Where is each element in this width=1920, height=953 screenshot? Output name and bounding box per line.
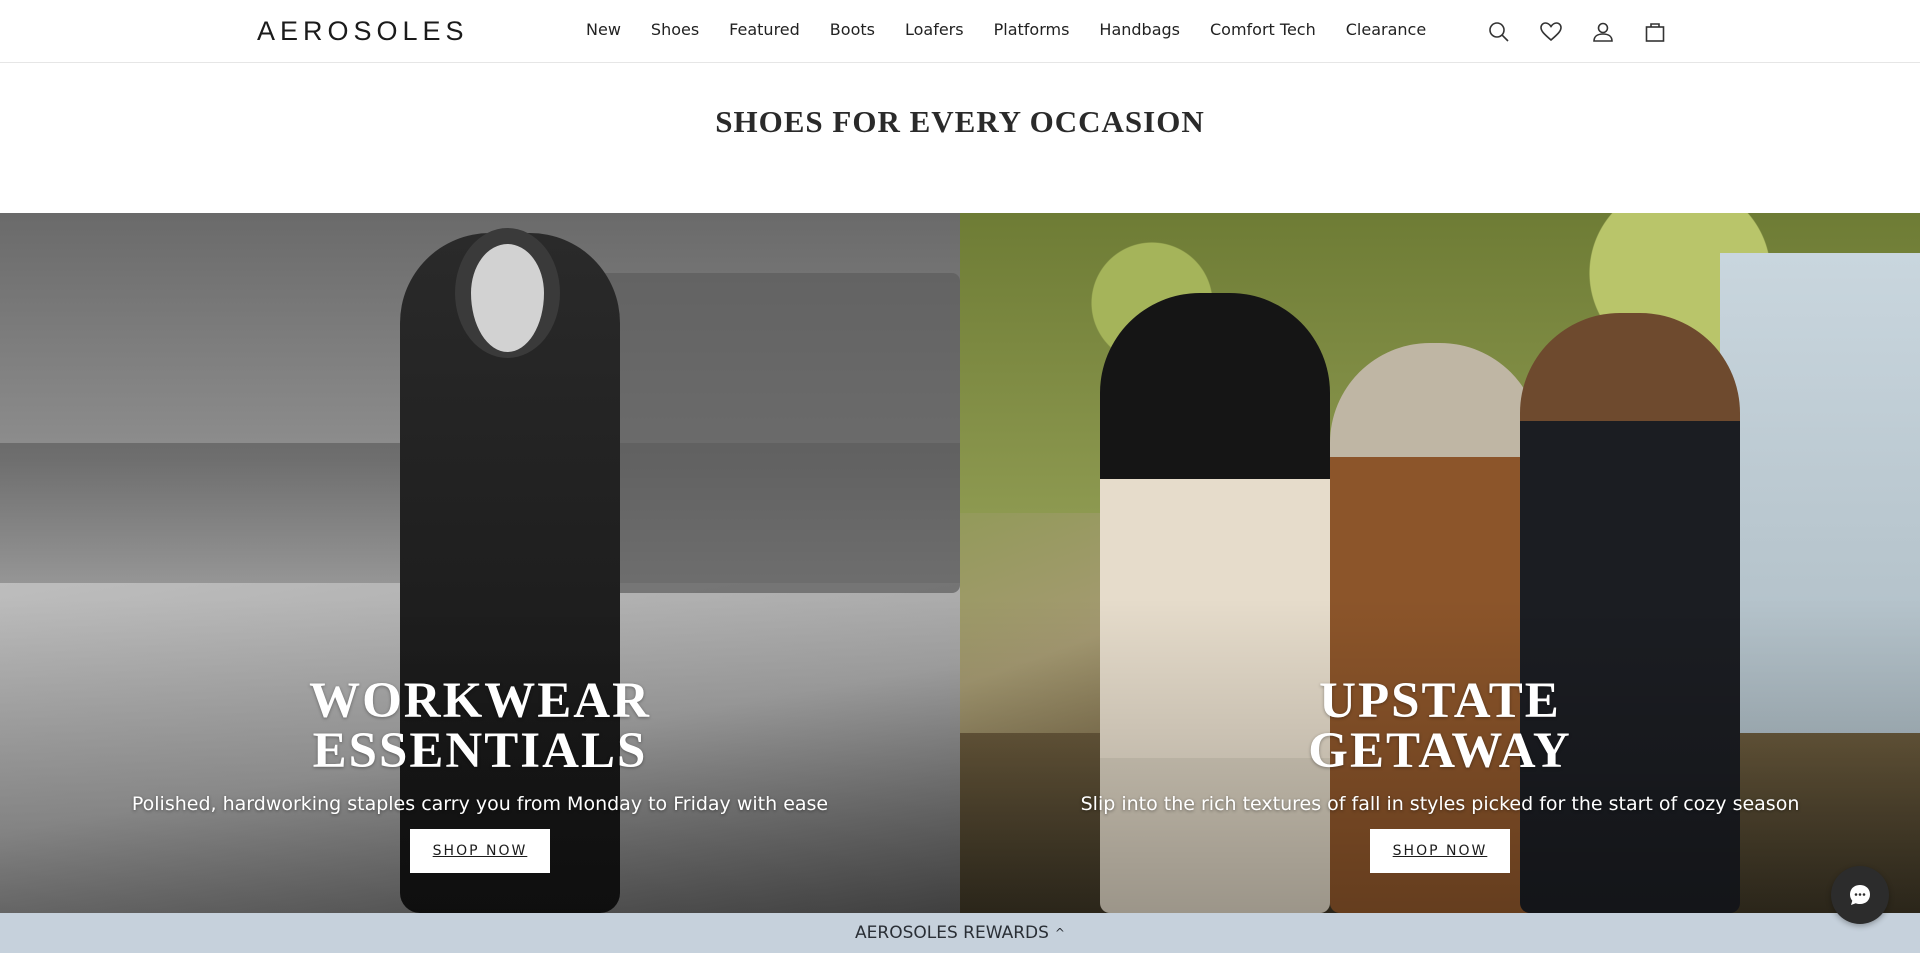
nav-item-shoes[interactable]: Shoes xyxy=(651,20,699,39)
nav-item-clearance[interactable]: Clearance xyxy=(1346,20,1426,39)
panel-heading-line1: UPSTATE xyxy=(1319,673,1561,729)
shop-now-button[interactable]: SHOP NOW xyxy=(410,829,550,873)
shop-now-button[interactable]: SHOP NOW xyxy=(1370,829,1510,873)
upstate-panel[interactable]: UPSTATE GETAWAY Slip into the rich textu… xyxy=(960,213,1920,913)
brand-logo[interactable]: AEROSOLES xyxy=(257,16,469,47)
chat-button[interactable] xyxy=(1831,866,1889,924)
panel-heading-line2: GETAWAY xyxy=(1308,723,1572,779)
workwear-panel-text: WORKWEAR ESSENTIALS Polished, hardworkin… xyxy=(0,676,960,873)
workwear-panel[interactable]: WORKWEAR ESSENTIALS Polished, hardworkin… xyxy=(0,213,960,913)
chevron-up-icon: ^ xyxy=(1054,926,1065,940)
account-icon[interactable] xyxy=(1589,18,1617,46)
bag-icon[interactable] xyxy=(1641,18,1669,46)
panel-heading: UPSTATE GETAWAY xyxy=(960,673,1920,779)
nav-item-handbags[interactable]: Handbags xyxy=(1099,20,1180,39)
header-icons xyxy=(1485,18,1669,46)
nav-item-new[interactable]: New xyxy=(586,20,621,39)
chat-icon xyxy=(1850,885,1870,905)
main-nav: New Shoes Featured Boots Loafers Platfor… xyxy=(586,20,1426,39)
panel-subtitle: Polished, hardworking staples carry you … xyxy=(131,793,829,815)
rewards-label: AEROSOLES REWARDS xyxy=(855,923,1049,943)
panel-heading-line1: WORKWEAR xyxy=(309,673,651,729)
section-title: SHOES FOR EVERY OCCASION xyxy=(715,104,1205,139)
heart-icon[interactable] xyxy=(1537,18,1565,46)
nav-item-boots[interactable]: Boots xyxy=(830,20,875,39)
upstate-panel-text: UPSTATE GETAWAY Slip into the rich textu… xyxy=(960,676,1920,873)
panel-subtitle: Slip into the rich textures of fall in s… xyxy=(1080,793,1800,815)
site-header: AEROSOLES New Shoes Featured Boots Loafe… xyxy=(0,0,1920,63)
panel-heading-line2: ESSENTIALS xyxy=(312,723,648,779)
nav-item-comfort-tech[interactable]: Comfort Tech xyxy=(1210,20,1316,39)
search-icon[interactable] xyxy=(1485,18,1513,46)
panel-heading: WORKWEAR ESSENTIALS xyxy=(0,673,960,779)
nav-item-featured[interactable]: Featured xyxy=(729,20,800,39)
nav-item-platforms[interactable]: Platforms xyxy=(994,20,1070,39)
rewards-bar[interactable]: AEROSOLES REWARDS ^ xyxy=(0,913,1920,953)
nav-item-loafers[interactable]: Loafers xyxy=(905,20,964,39)
